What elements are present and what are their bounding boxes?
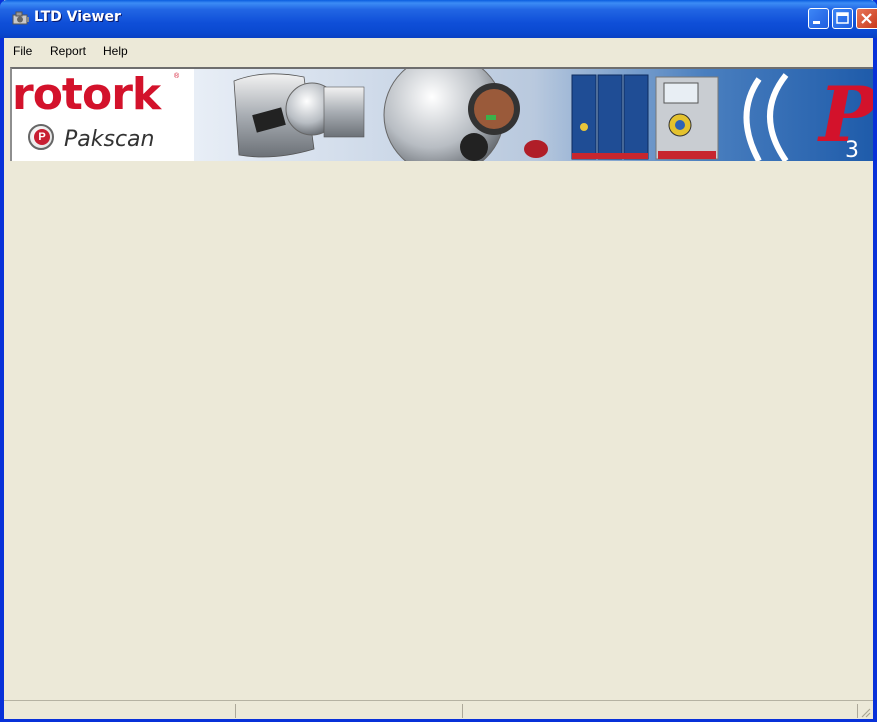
p3-mark-digit: 3	[845, 138, 859, 161]
minimize-button[interactable]	[808, 8, 829, 29]
maximize-icon	[836, 12, 849, 24]
resize-grip-icon[interactable]	[859, 706, 871, 718]
pakscan-badge: P	[34, 129, 50, 145]
status-bar	[4, 700, 873, 719]
main-content-area	[10, 161, 873, 700]
pakscan-logo-text: Pakscan	[64, 127, 155, 152]
title-bar[interactable]: LTD Viewer	[0, 0, 877, 38]
pakscan-logo-icon: P	[28, 124, 54, 150]
status-pane-2	[462, 704, 463, 718]
app-icon	[12, 11, 29, 25]
menu-report[interactable]: Report	[50, 44, 86, 58]
close-icon	[861, 13, 872, 24]
window-title: LTD Viewer	[34, 9, 121, 25]
close-button[interactable]	[856, 8, 877, 29]
status-pane-3	[857, 704, 858, 718]
actuator-product-photo: P 3	[194, 69, 873, 161]
app-window: LTD Viewer File Report Help rotork ® P P…	[0, 0, 877, 722]
menu-help[interactable]: Help	[103, 44, 128, 58]
registered-mark: ®	[174, 73, 180, 80]
menu-bar: File Report Help	[4, 38, 873, 64]
rotork-logo: rotork	[12, 69, 161, 120]
brand-banner: rotork ® P Pakscan P 3	[10, 67, 873, 161]
menu-file[interactable]: File	[13, 44, 32, 58]
maximize-button[interactable]	[832, 8, 853, 29]
status-pane-1	[235, 704, 236, 718]
minimize-icon	[813, 21, 820, 24]
